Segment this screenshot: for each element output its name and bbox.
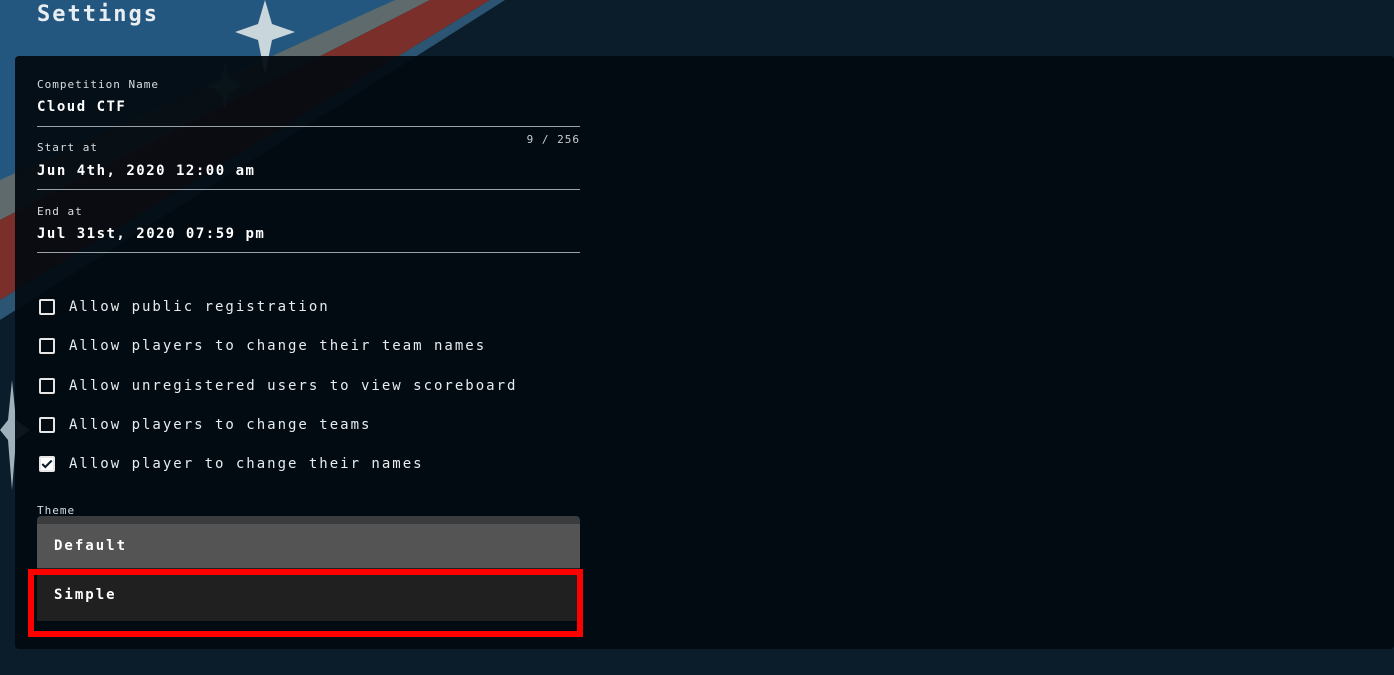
checkbox-public-registration[interactable]: Allow public registration xyxy=(39,296,330,318)
start-at-value[interactable]: Jun 4th, 2020 12:00 am xyxy=(37,163,255,179)
competition-name-field[interactable]: Competition Name Cloud CTF xyxy=(37,78,580,127)
checkbox-label: Allow unregistered users to view scorebo… xyxy=(69,378,518,394)
start-at-label: Start at xyxy=(37,141,98,154)
theme-option-simple[interactable]: Simple xyxy=(37,568,580,621)
checkbox-label: Allow players to change their team names xyxy=(69,338,487,354)
checkbox-box[interactable] xyxy=(39,378,55,394)
theme-option-default[interactable]: Default xyxy=(37,524,580,568)
checkbox-change-team-names[interactable]: Allow players to change their team names xyxy=(39,335,486,357)
checkbox-label: Allow players to change teams xyxy=(69,417,372,433)
checkbox-box[interactable] xyxy=(39,338,55,354)
checkbox-label: Allow public registration xyxy=(69,299,330,315)
dropdown-top-edge xyxy=(37,516,580,524)
end-at-field[interactable]: End at Jul 31st, 2020 07:59 pm xyxy=(37,205,580,253)
competition-name-value[interactable]: Cloud CTF xyxy=(37,99,126,115)
page-title: Settings xyxy=(37,2,159,27)
checkbox-box-checked[interactable] xyxy=(39,456,55,472)
end-at-value[interactable]: Jul 31st, 2020 07:59 pm xyxy=(37,226,265,242)
checkbox-unregistered-scoreboard[interactable]: Allow unregistered users to view scorebo… xyxy=(39,375,517,397)
end-at-label: End at xyxy=(37,205,83,218)
theme-dropdown-menu[interactable]: Default Simple xyxy=(37,516,580,621)
checkbox-change-player-names[interactable]: Allow player to change their names xyxy=(39,453,424,475)
checkbox-box[interactable] xyxy=(39,417,55,433)
start-at-field[interactable]: Start at Jun 4th, 2020 12:00 am xyxy=(37,141,580,190)
checkbox-label: Allow player to change their names xyxy=(69,456,424,472)
checkbox-box[interactable] xyxy=(39,299,55,315)
competition-name-label: Competition Name xyxy=(37,78,159,91)
checkbox-change-teams[interactable]: Allow players to change teams xyxy=(39,414,371,436)
check-icon xyxy=(41,459,53,469)
